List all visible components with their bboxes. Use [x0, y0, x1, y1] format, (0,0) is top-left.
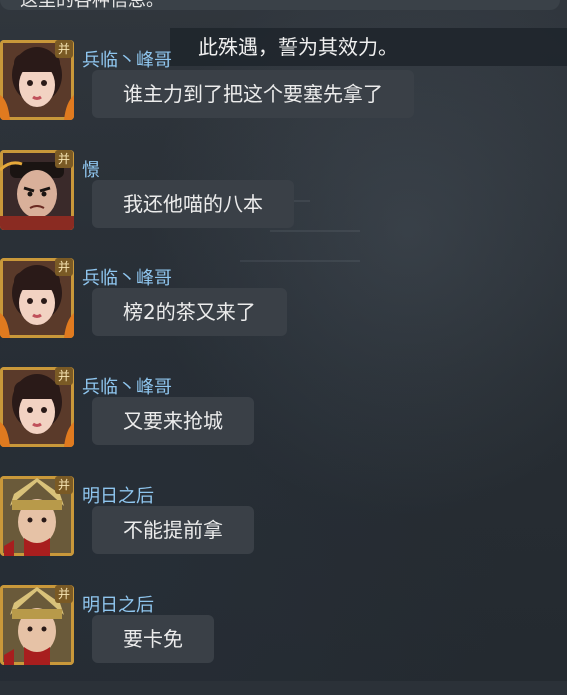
sender-name[interactable]: 明日之后 — [82, 482, 154, 508]
message-bubble[interactable]: 我还他喵的八本 — [92, 180, 294, 228]
faction-badge: 并 — [55, 585, 73, 603]
previous-message-fragment: 这里的各种信息。 — [0, 0, 560, 10]
chat-message: 并 明日之后 要卡免 — [0, 585, 567, 695]
message-bubble[interactable]: 谁主力到了把这个要塞先拿了 — [92, 70, 414, 118]
chat-message: 并 明日之后 不能提前拿 — [0, 476, 567, 586]
faction-badge: 并 — [55, 476, 73, 494]
message-bubble[interactable]: 又要来抢城 — [92, 397, 254, 445]
message-bubble[interactable]: 榜2的茶又来了 — [92, 288, 287, 336]
sender-name[interactable]: 兵临丶峰哥 — [82, 373, 172, 399]
faction-badge: 并 — [55, 40, 73, 58]
sender-name[interactable]: 兵临丶峰哥 — [82, 46, 172, 72]
sender-name[interactable]: 兵临丶峰哥 — [82, 264, 172, 290]
chat-message: 并 憬 我还他喵的八本 — [0, 150, 567, 260]
message-bubble[interactable]: 不能提前拿 — [92, 506, 254, 554]
sender-name[interactable]: 憬 — [82, 156, 100, 182]
sender-name[interactable]: 明日之后 — [82, 591, 154, 617]
faction-badge: 并 — [55, 258, 73, 276]
faction-badge: 并 — [55, 150, 73, 168]
faction-badge: 并 — [55, 367, 73, 385]
message-bubble[interactable]: 要卡免 — [92, 615, 214, 663]
chat-message: 并 兵临丶峰哥 榜2的茶又来了 — [0, 258, 567, 368]
chat-message: 并 兵临丶峰哥 又要来抢城 — [0, 367, 567, 477]
chat-message: 并 兵临丶峰哥 谁主力到了把这个要塞先拿了 — [0, 40, 567, 150]
